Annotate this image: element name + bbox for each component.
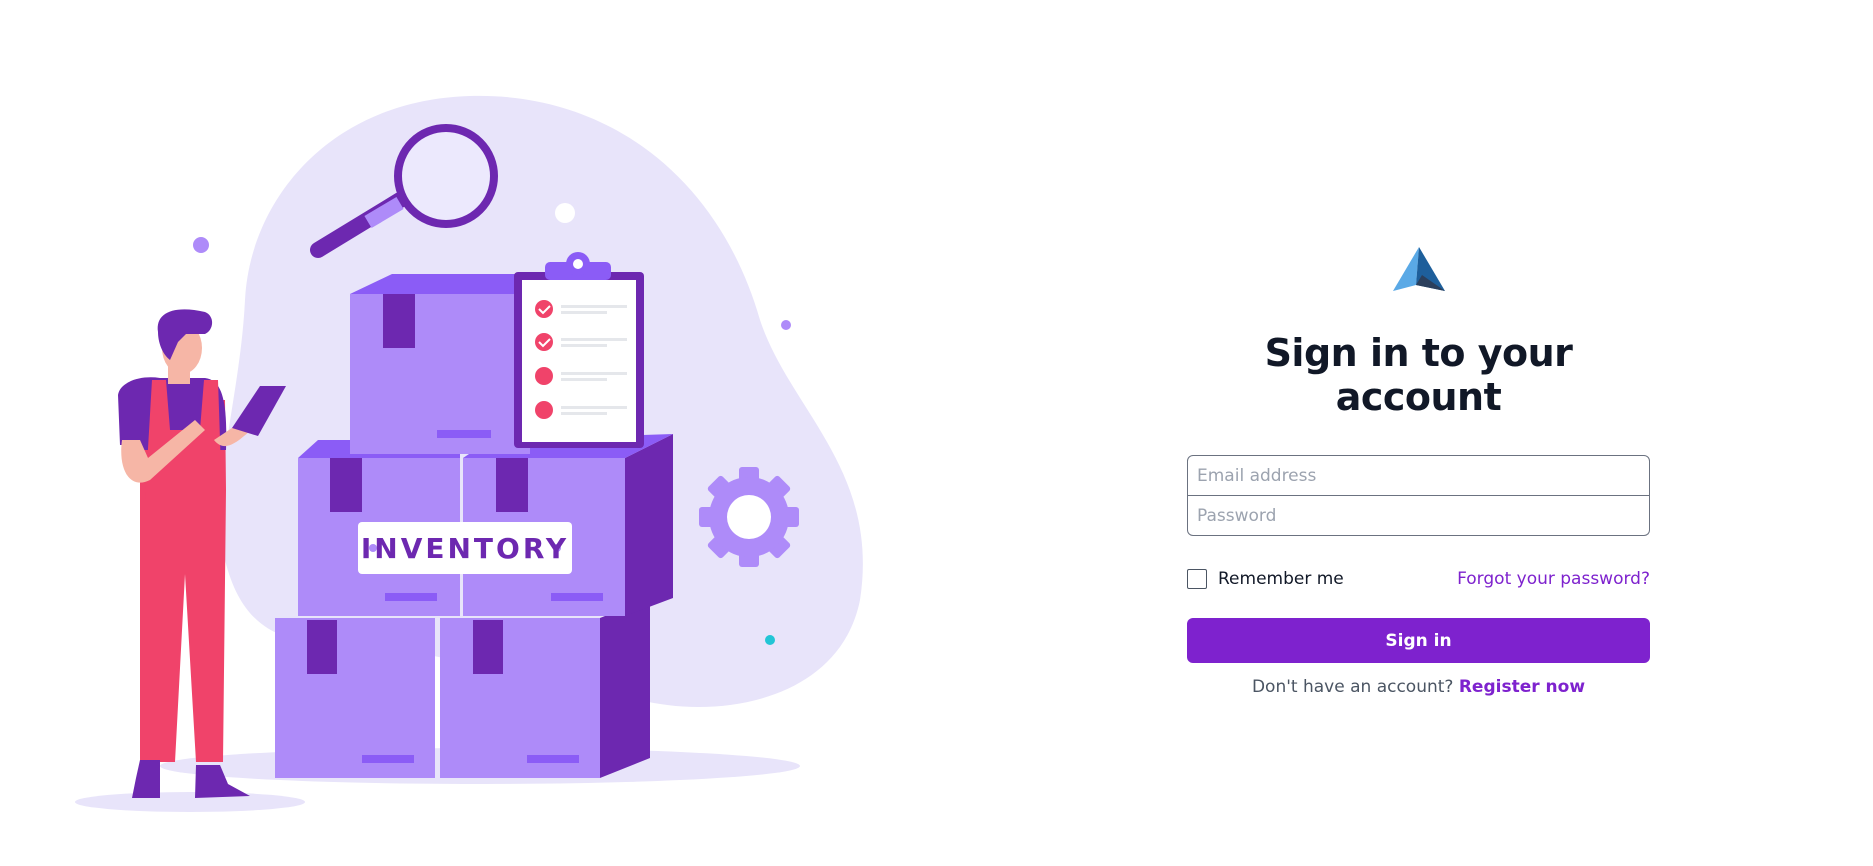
page-title: Sign in to your account bbox=[1264, 331, 1573, 419]
register-row: Don't have an account? Register now bbox=[1187, 677, 1650, 697]
triangle-logo-icon bbox=[1392, 247, 1445, 291]
box-bottom-left bbox=[275, 618, 435, 778]
sign-in-form: Sign in to your account Remember me Forg… bbox=[1187, 245, 1650, 697]
gear-icon bbox=[699, 467, 799, 567]
inventory-illustration: INVENTORY bbox=[0, 0, 1040, 866]
forgot-password-link[interactable]: Forgot your password? bbox=[1457, 569, 1650, 589]
person-shadow bbox=[75, 792, 305, 812]
email-field[interactable] bbox=[1187, 455, 1650, 496]
sign-in-page: INVENTORY Sign in to your account Email … bbox=[0, 0, 1873, 866]
options-row: Remember me Forgot your password? bbox=[1187, 569, 1650, 589]
box-bottom-right bbox=[440, 598, 650, 778]
clipboard-icon bbox=[514, 252, 644, 448]
sign-in-button[interactable]: Sign in bbox=[1187, 618, 1650, 663]
box-top bbox=[350, 274, 530, 454]
checkbox-unchecked-icon[interactable] bbox=[1187, 569, 1207, 589]
credential-fields bbox=[1187, 455, 1650, 536]
remember-me[interactable]: Remember me bbox=[1187, 569, 1344, 589]
register-prompt: Don't have an account? bbox=[1251, 677, 1454, 697]
password-field[interactable] bbox=[1187, 496, 1650, 536]
remember-me-label: Remember me bbox=[1218, 569, 1344, 589]
inventory-label: INVENTORY bbox=[361, 532, 569, 565]
inventory-label-plate: INVENTORY bbox=[358, 522, 572, 574]
register-link[interactable]: Register now bbox=[1459, 677, 1585, 697]
